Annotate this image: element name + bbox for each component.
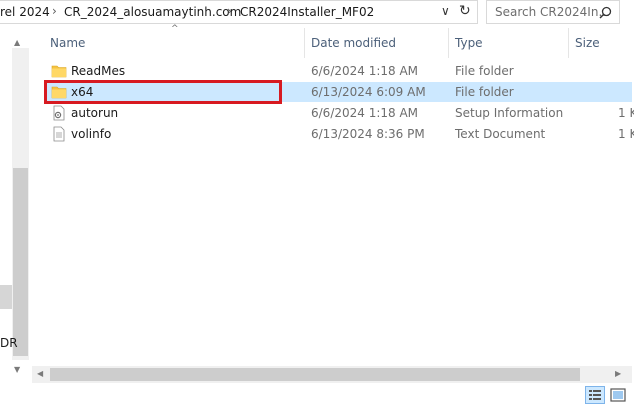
refresh-icon[interactable]: ↻ <box>459 3 471 19</box>
file-row-volinfo[interactable]: volinfo 6/13/2024 8:36 PM Text Document … <box>44 124 634 144</box>
file-type: Text Document <box>455 127 546 141</box>
search-icon[interactable] <box>599 6 612 19</box>
file-type: File folder <box>455 85 514 99</box>
sort-ascending-icon: ^ <box>171 24 179 34</box>
navigation-item-truncated[interactable]: DR <box>0 336 18 350</box>
horizontal-scrollbar-thumb[interactable] <box>50 368 580 381</box>
scroll-up-arrow-icon[interactable]: ▲ <box>14 38 20 47</box>
file-date-modified: 6/13/2024 6:09 AM <box>311 85 426 99</box>
file-date-modified: 6/6/2024 1:18 AM <box>311 106 419 120</box>
file-name[interactable]: autorun <box>71 106 118 120</box>
column-header-name[interactable]: Name <box>50 36 85 50</box>
column-divider[interactable] <box>568 28 569 58</box>
scroll-left-arrow-icon[interactable]: ◀ <box>37 369 43 378</box>
file-row-readmes[interactable]: ReadMes 6/6/2024 1:18 AM File folder <box>44 61 632 81</box>
file-type: File folder <box>455 64 514 78</box>
text-document-icon <box>53 126 65 142</box>
file-size: 1 K <box>618 106 634 120</box>
file-name[interactable]: volinfo <box>71 127 111 141</box>
breadcrumb-separator-icon[interactable]: › <box>227 4 232 18</box>
column-divider[interactable] <box>304 28 305 58</box>
column-header-size[interactable]: Size <box>575 36 600 50</box>
breadcrumb-separator-icon[interactable]: › <box>52 4 57 18</box>
file-type: Setup Information <box>455 106 564 120</box>
column-header-type[interactable]: Type <box>455 36 483 50</box>
navigation-selected-item-edge[interactable] <box>0 285 12 309</box>
file-date-modified: 6/6/2024 1:18 AM <box>311 64 419 78</box>
file-date-modified: 6/13/2024 8:36 PM <box>311 127 425 141</box>
search-input[interactable]: Search CR2024In... <box>486 0 620 24</box>
scroll-down-arrow-icon[interactable]: ▼ <box>14 365 20 374</box>
address-bar[interactable]: rel 2024 › CR_2024_alosuamaytinh.com › C… <box>0 0 478 24</box>
column-header-date-modified[interactable]: Date modified <box>311 36 396 50</box>
breadcrumb-installer-folder[interactable]: CR2024Installer_MF02 <box>240 5 374 19</box>
large-icons-view-icon[interactable] <box>608 386 628 404</box>
scroll-right-arrow-icon[interactable]: ▶ <box>615 369 621 378</box>
folder-icon <box>51 65 67 78</box>
details-view-icon[interactable] <box>585 386 605 404</box>
breadcrumb-parent-truncated[interactable]: rel 2024 <box>0 5 50 19</box>
breadcrumb-cr2024-folder[interactable]: CR_2024_alosuamaytinh.com <box>64 5 241 19</box>
column-divider[interactable] <box>448 28 449 58</box>
file-row-autorun[interactable]: autorun 6/6/2024 1:18 AM Setup Informati… <box>44 103 634 123</box>
setup-info-file-icon <box>53 105 65 121</box>
file-name[interactable]: ReadMes <box>71 64 125 78</box>
address-history-dropdown-icon[interactable]: ∨ <box>441 4 450 18</box>
highlight-annotation-box <box>44 80 282 104</box>
search-placeholder: Search CR2024In... <box>495 5 610 19</box>
file-size: 1 K <box>618 127 634 141</box>
navigation-scrollbar-thumb[interactable] <box>13 168 28 356</box>
